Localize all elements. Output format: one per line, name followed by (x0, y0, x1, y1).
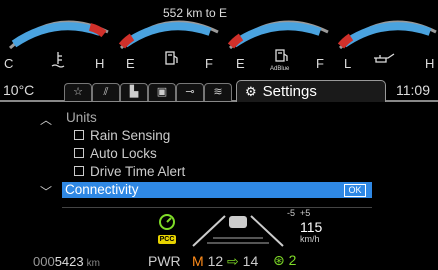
tab-trailer[interactable]: ▣ (148, 83, 176, 101)
trailer-icon: ▣ (156, 86, 168, 98)
speed-offsets: -5 +5 (287, 208, 311, 218)
coolant-min-label: C (4, 56, 14, 71)
adblue-icon-text: AdBlue (270, 66, 290, 72)
upshift-arrow-icon: ⇨ (227, 253, 239, 269)
tab-settings[interactable]: ⚙ Settings (236, 80, 386, 102)
ok-button[interactable]: OK (344, 184, 366, 197)
tab-environment[interactable]: ≋ (204, 83, 232, 101)
fuel-arc (122, 22, 212, 48)
lane-road-icon (192, 215, 284, 247)
tab-bar: 10°C ☆ ⫽ ▙ ▣ ⊸ ≋ ⚙ Settings 11:09 (0, 78, 438, 105)
gauge-cluster: 552 km to E AdBlue C H E F E F L H (0, 0, 438, 80)
menu-item-connectivity[interactable]: Connectivity OK (62, 182, 372, 198)
coolant-max-label: H (95, 56, 105, 71)
heat-icon: ≋ (213, 86, 223, 98)
lead-vehicle-icon (229, 216, 247, 228)
oil-can-icon (374, 53, 395, 63)
fuel-pump-icon (165, 51, 178, 65)
adblue-arc (231, 22, 322, 48)
checkbox-icon (74, 148, 84, 159)
connectivity-label: Connectivity (65, 182, 139, 197)
speed-unit: km/h (300, 234, 320, 244)
menu-item-auto-locks[interactable]: Auto Locks (74, 146, 157, 161)
adblue-icon (275, 49, 288, 62)
gears-icon: ⚙ (245, 84, 257, 99)
gear-indicator: M 12 ⇨ 14 (192, 253, 259, 269)
tab-trip[interactable]: ⫽ (92, 83, 120, 101)
eco-indicator: ⊛ 2 (273, 252, 297, 268)
fuel-max-label: F (205, 56, 213, 71)
tab-settings-label: Settings (262, 83, 317, 100)
coolant-arc (11, 22, 102, 48)
truck-icon: ▙ (129, 86, 139, 98)
tab-truck[interactable]: ▙ (120, 83, 148, 101)
section-title-units[interactable]: Units (66, 110, 97, 125)
set-speed: 115 (300, 219, 323, 235)
adblue-max-label: F (316, 56, 324, 71)
pcc-badge: PCC (158, 235, 176, 244)
oil-arc (341, 22, 432, 48)
oil-min-label: L (344, 56, 352, 71)
gauge-arcs: AdBlue (8, 20, 437, 72)
checkbox-icon (74, 130, 84, 141)
outside-temperature: 10°C (3, 82, 35, 98)
clock: 11:09 (396, 82, 430, 98)
collapse-chevron-icon[interactable]: ︿ (40, 111, 52, 128)
power-mode: PWR (148, 253, 181, 269)
road-icon: ⫽ (103, 86, 109, 98)
status-bar: PCC -5 +5 115 km/h 0005423 km PWR M 12 ⇨ … (0, 208, 438, 269)
menu-item-rain-sensing[interactable]: Rain Sensing (74, 128, 170, 143)
fuel-min-label: E (126, 56, 135, 71)
star-icon: ☆ (73, 86, 83, 98)
cruise-control-icon (159, 214, 175, 230)
coolant-temp-icon (51, 52, 65, 68)
tab-favorites[interactable]: ☆ (64, 83, 92, 101)
expand-chevron-icon[interactable]: ﹀ (40, 183, 52, 200)
menu-item-drive-time-alert[interactable]: Drive Time Alert (74, 164, 185, 179)
settings-menu: ︿ Units Rain Sensing Auto Locks Drive Ti… (0, 108, 438, 208)
adblue-min-label: E (236, 56, 245, 71)
oil-max-label: H (425, 56, 435, 71)
tab-service[interactable]: ⊸ (176, 83, 204, 101)
wrench-icon: ⊸ (185, 86, 195, 98)
checkbox-icon (74, 166, 84, 177)
odometer: 0005423 km (33, 254, 100, 269)
